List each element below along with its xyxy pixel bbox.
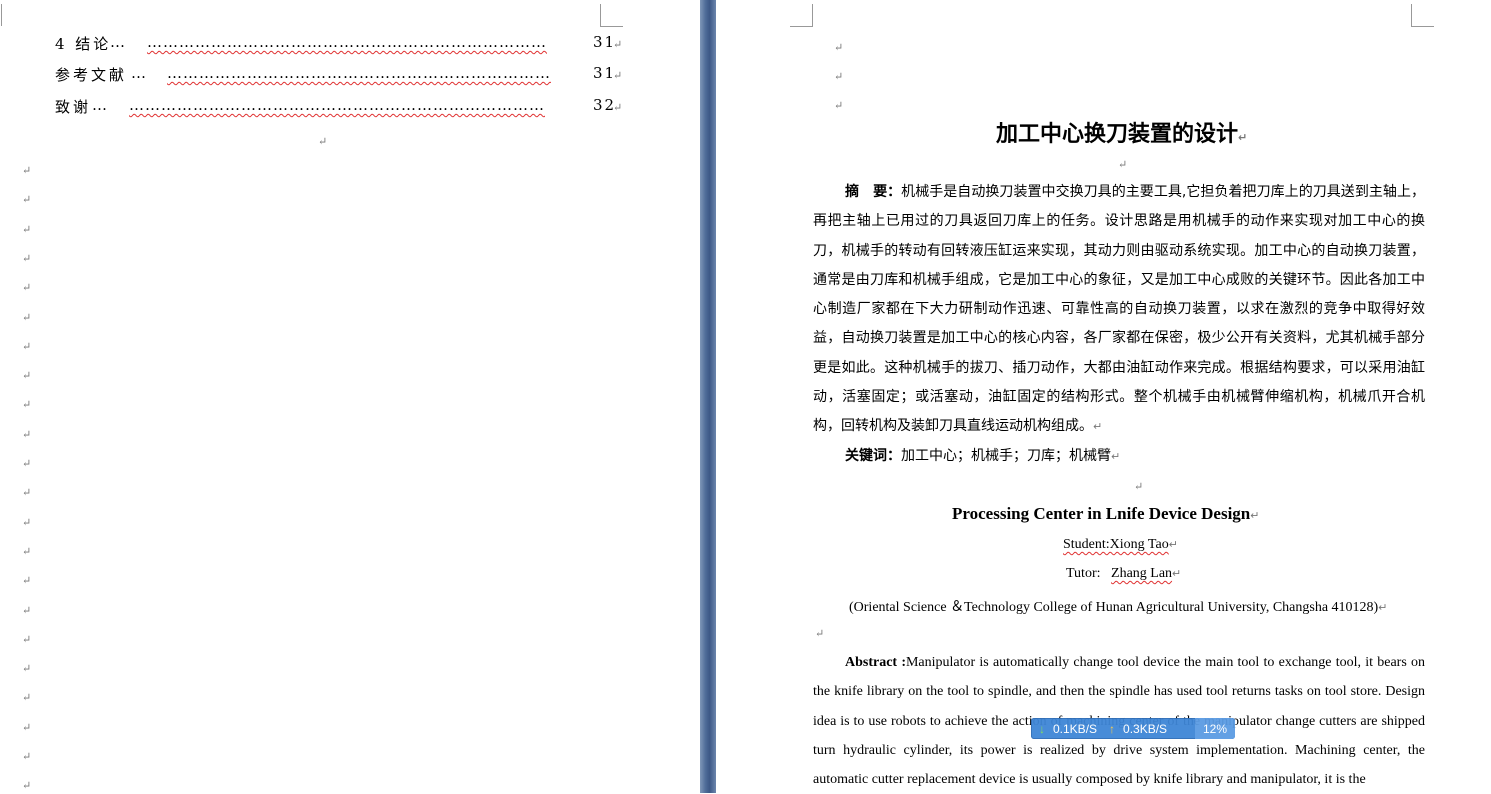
paragraph-mark: ↵ <box>22 486 32 500</box>
student-line: Student:Xiong Tao↵ <box>1063 537 1178 552</box>
paragraph-mark: ↵ <box>22 691 32 705</box>
paragraph-mark: ↵ <box>22 193 32 207</box>
paragraph-mark: ↵ <box>613 101 623 114</box>
toc-leader: … <box>92 96 107 114</box>
paragraph-mark: ↵ <box>22 369 32 383</box>
left-document-page[interactable]: 4 结论 … ………………………………………………………………… 31 ↵ 参考… <box>0 0 700 793</box>
document-title: 加工中心换刀装置的设计↵ <box>996 122 1248 147</box>
download-rate: ↓ 0.1KB/S <box>1039 721 1098 736</box>
paragraph-mark: ↵ <box>834 99 844 112</box>
paragraph-mark: ↵ <box>22 632 32 646</box>
paragraph-mark: ↵ <box>22 281 32 295</box>
paragraph-mark: ↵ <box>22 339 32 353</box>
toc-label: 4 结论 <box>55 35 112 53</box>
paragraph-mark: ↵ <box>22 222 32 236</box>
toc-entry[interactable]: 参考文献 … ……………………………………………………………… 31 ↵ <box>55 64 623 85</box>
paragraph-mark: ↵ <box>834 70 844 83</box>
affiliation-line: (Oriental Science ＆Technology College of… <box>849 600 1388 615</box>
toc-leader: ……………………………………………………………… <box>167 64 551 82</box>
usage-percent: 12% <box>1194 718 1235 739</box>
paragraph-mark: ↵ <box>1134 480 1144 493</box>
paragraph-mark: ↵ <box>22 544 32 558</box>
keywords-text: 加工中心；机械手；刀库；机械臂 <box>901 448 1111 464</box>
toc-entry[interactable]: 致谢 … …………………………………………………………………… 32 ↵ <box>55 96 623 117</box>
chinese-abstract: 摘 要：机械手是自动换刀装置中交换刀具的主要工具,它担负着把刀库上的刀具送到主轴… <box>813 184 1426 435</box>
margin-corner-mark <box>0 4 2 26</box>
paragraph-mark: ↵ <box>815 627 825 640</box>
toc-label: 致谢 <box>55 98 92 116</box>
abstract-en-label: Abstract : <box>845 655 906 670</box>
paragraph-mark: ↵ <box>22 750 32 763</box>
paragraph-mark: ↵ <box>318 135 328 148</box>
network-speed-monitor[interactable]: ↓ 0.1KB/S ↑ 0.3KB/S 12% <box>1031 718 1235 739</box>
paragraph-mark: ↵ <box>613 38 623 51</box>
download-arrow-icon: ↓ <box>1039 721 1045 736</box>
upload-rate: ↑ 0.3KB/S <box>1109 721 1168 736</box>
page-gutter <box>700 0 716 793</box>
english-title: Processing Center in Lnife Device Design… <box>952 504 1260 523</box>
paragraph-mark: ↵ <box>22 164 32 177</box>
paragraph-mark: ↵ <box>22 398 32 412</box>
toc-leader: …………………………………………………………………… <box>129 96 545 114</box>
margin-corner-mark <box>790 4 813 27</box>
paragraph-mark: ↵ <box>22 251 32 265</box>
tutor-line: Tutor: Zhang Lan↵ <box>1066 566 1182 581</box>
paragraph-mark: ↵ <box>22 779 32 793</box>
toc-entry[interactable]: 4 结论 … ………………………………………………………………… 31 ↵ <box>55 33 623 54</box>
paragraph-mark: ↵ <box>22 310 32 324</box>
paragraph-mark: ↵ <box>22 515 32 529</box>
paragraph-mark: ↵ <box>22 720 32 734</box>
paragraph-mark: ↵ <box>22 662 32 676</box>
paragraph-mark: ↵ <box>22 574 32 588</box>
paragraph-mark: ↵ <box>22 427 32 441</box>
paragraph-mark: ↵ <box>834 41 844 54</box>
paragraph-mark: ↵ <box>22 457 32 470</box>
keywords-line: 关键词：加工中心；机械手；刀库；机械臂↵ <box>845 448 1121 464</box>
toc-leader: ………………………………………………………………… <box>147 33 547 51</box>
upload-arrow-icon: ↑ <box>1109 721 1116 736</box>
toc-label: 参考文献 <box>55 66 128 84</box>
paragraph-mark: ↵ <box>22 603 32 617</box>
paragraph-mark: ↵ <box>613 69 623 82</box>
keywords-label: 关键词： <box>845 448 901 464</box>
toc-leader: … <box>131 64 146 82</box>
toc-leader: … <box>110 33 125 51</box>
abstract-label: 摘 要： <box>845 184 902 200</box>
margin-corner-mark <box>1411 4 1434 27</box>
margin-corner-mark <box>600 4 623 27</box>
abstract-text: 机械手是自动换刀装置中交换刀具的主要工具,它担负着把刀库上的刀具送到主轴上，再把… <box>813 184 1426 435</box>
paragraph-mark: ↵ <box>1118 158 1128 171</box>
